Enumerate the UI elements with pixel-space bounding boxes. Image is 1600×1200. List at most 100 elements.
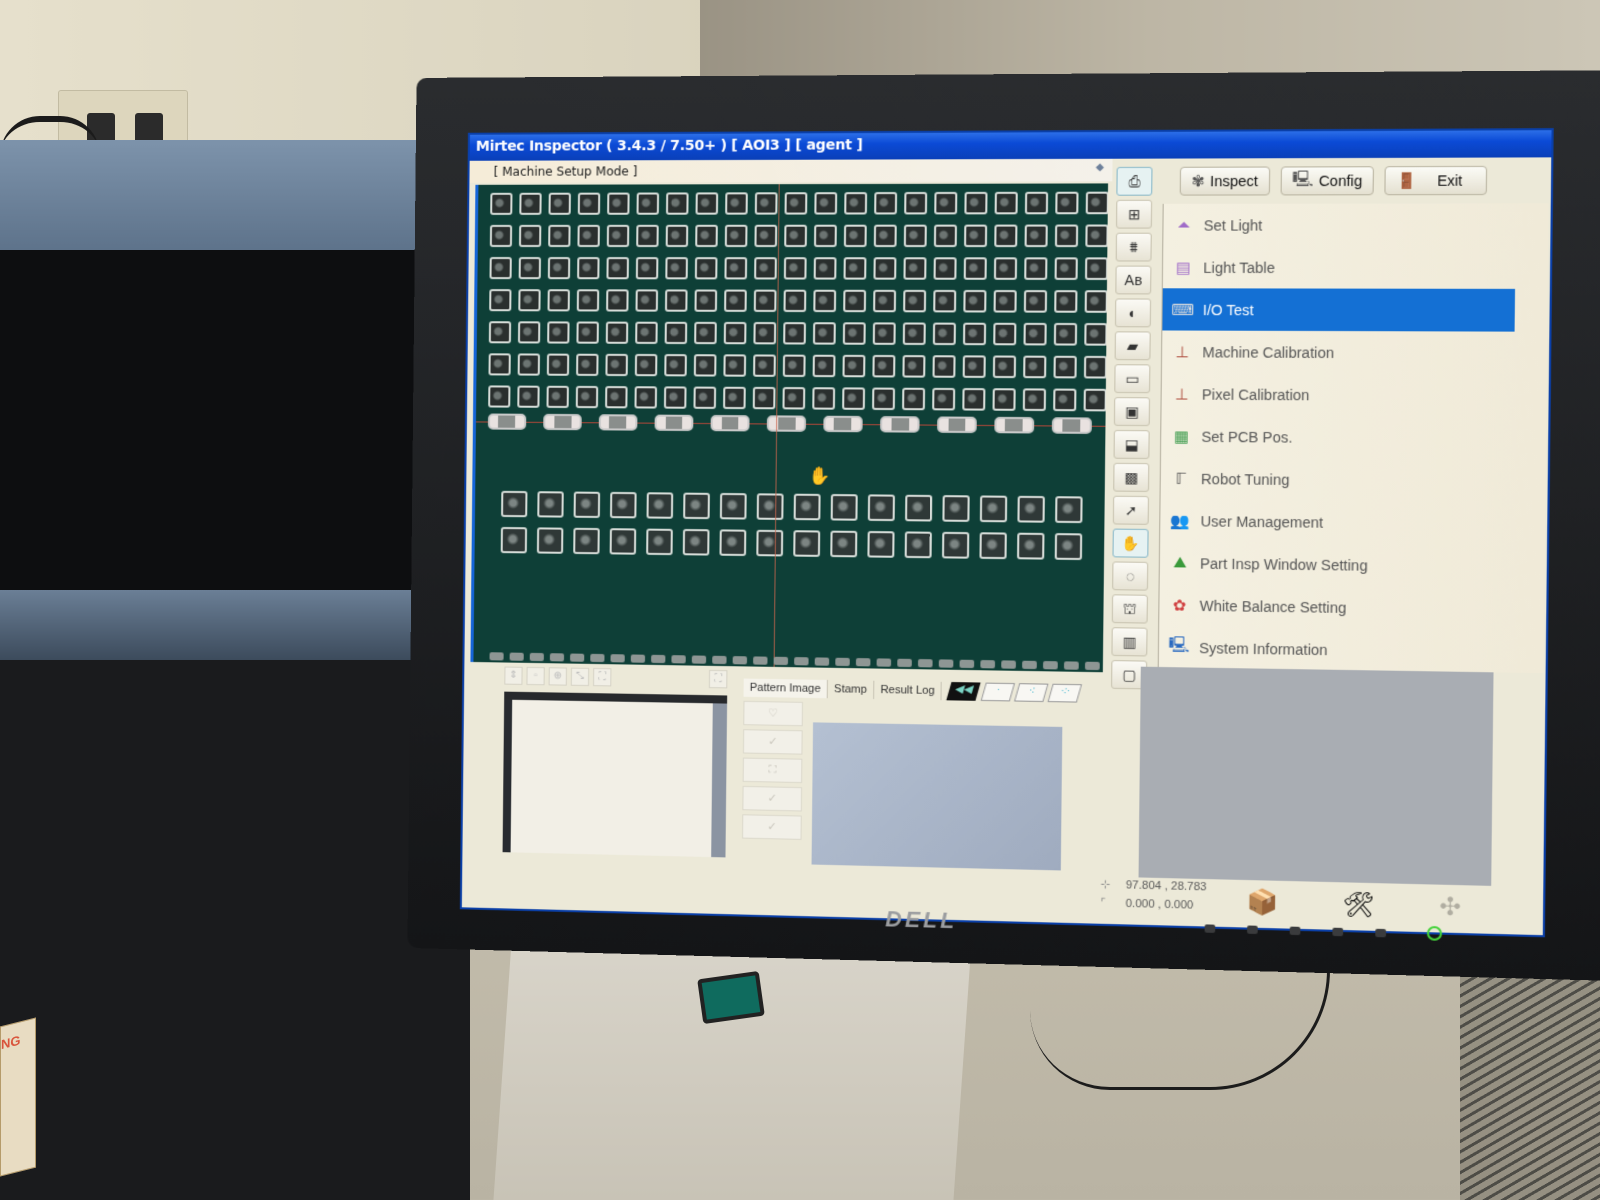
updown-icon[interactable]: ⇕ — [504, 666, 523, 685]
monitor-button[interactable] — [1204, 924, 1216, 933]
teach-icon[interactable]: ⎙ — [1116, 166, 1153, 196]
screen: Mirtec Inspector ( 3.4.3 / 7.50+ ) [ AOI… — [459, 128, 1554, 938]
fit-icon[interactable]: ⤡ — [570, 667, 590, 687]
component-icon[interactable]: ▭ — [1114, 364, 1151, 394]
solder-pad — [793, 530, 821, 557]
solder-pad — [634, 386, 658, 409]
package-box-icon[interactable]: 📦 — [1246, 887, 1278, 918]
cabinet-switch[interactable] — [697, 970, 765, 1025]
solder-pad — [783, 257, 807, 280]
tab-result-log[interactable]: Result Log — [874, 680, 943, 701]
menu-item-set-pcb-pos[interactable]: ▦ Set PCB Pos. — [1161, 415, 1546, 460]
text-ab-icon[interactable]: Aʙ — [1115, 265, 1152, 295]
solder-pad — [577, 224, 600, 248]
solder-pad — [814, 192, 838, 215]
disabled-tool-icon[interactable]: ✣ — [1439, 892, 1461, 923]
menu-item-set-light[interactable]: ⏶ Set Light — [1163, 203, 1548, 246]
tools-wrench-icon[interactable]: 🛠 — [1342, 890, 1375, 921]
solder-pad — [636, 224, 659, 248]
check-icon[interactable]: ✓ — [742, 729, 803, 755]
menu-item-machine-calibration[interactable]: ⊥ Machine Calibration — [1162, 330, 1547, 374]
solder-pad — [752, 386, 776, 410]
connector-icon[interactable]: ⬓ — [1113, 429, 1150, 460]
monitor-button[interactable] — [1247, 925, 1258, 935]
zoom-in-icon[interactable]: ⊕ — [548, 667, 567, 686]
solder-pad — [663, 386, 687, 409]
solder-pad — [518, 289, 541, 312]
pointer-icon[interactable]: ➚ — [1112, 495, 1149, 525]
solder-pad — [1017, 495, 1045, 523]
solder-pad — [537, 491, 564, 518]
solder-pad — [959, 659, 975, 669]
power-button-icon[interactable] — [1426, 925, 1443, 941]
menu-item-pixel-calibration[interactable]: ⊥ Pixel Calibration — [1161, 373, 1546, 418]
solder-pad — [813, 224, 837, 248]
solder-pad — [754, 224, 778, 248]
solder-pad — [867, 531, 895, 558]
expand-icon[interactable]: ⛶ — [593, 667, 612, 687]
solder-pad — [546, 353, 570, 376]
solder-pad — [732, 656, 748, 665]
camera-view[interactable]: ✋ — [470, 183, 1109, 673]
solder-pad — [784, 224, 808, 248]
tool-icon-column: ⎙ ⊞ ⩩ Aʙ ◐ ▰ ▭ ▣ ⬓ ▩ ➚ ✋ ◌ ⛫ ▥ ▢ — [1111, 166, 1157, 690]
menu-item-label: Robot Tuning — [1200, 470, 1290, 488]
solder-pad — [773, 656, 789, 666]
exit-button[interactable]: 🚪 Exit — [1384, 165, 1488, 196]
menu-item-part-insp-window-setting[interactable]: ⛰ Part Insp Window Setting — [1160, 541, 1545, 588]
menu-item-robot-tuning[interactable]: ℾ Robot Tuning — [1161, 457, 1546, 503]
view-tab[interactable]: ·:· — [1047, 683, 1083, 703]
menu-item-light-table[interactable]: ▤ Light Table — [1163, 246, 1548, 289]
menu-item-user-management[interactable]: 👥 User Management — [1160, 499, 1545, 546]
expand-icon[interactable]: ⛶ — [742, 757, 803, 784]
inspect-button[interactable]: ✾ Inspect — [1179, 166, 1270, 196]
solder-pad — [646, 492, 674, 519]
monitor-button[interactable] — [1332, 927, 1344, 937]
sop-chip-icon[interactable]: ▩ — [1113, 462, 1150, 492]
solder-pad — [573, 491, 601, 518]
hand-pan-icon[interactable]: ✋ — [1112, 528, 1149, 558]
expand-icon[interactable]: ⛶ — [708, 669, 728, 689]
robot-tuning-icon: ℾ — [1175, 470, 1187, 488]
solder-pad — [605, 321, 629, 344]
solder-pad — [1024, 191, 1049, 215]
rotate-icon[interactable]: ◌ — [1112, 561, 1149, 591]
ic-package-icon[interactable]: ▣ — [1113, 397, 1151, 427]
solder-pad — [873, 224, 897, 248]
collapse-arrow-icon[interactable]: ◆ — [1091, 162, 1108, 178]
solder-pad — [1022, 388, 1047, 412]
solder-pad — [1055, 496, 1083, 524]
blank-tool-icon[interactable]: ▫ — [526, 666, 545, 686]
save-icon[interactable]: ▥ — [1111, 627, 1148, 657]
menu-item-i-o-test[interactable]: ⌨ I/O Test — [1162, 288, 1516, 332]
solder-pad — [549, 653, 565, 662]
solder-pad — [904, 191, 928, 215]
tab-stamp[interactable]: Stamp — [827, 679, 875, 700]
monitor-button[interactable] — [1289, 926, 1301, 936]
mode-label: [ Machine Setup Mode ] — [493, 164, 638, 179]
machine-calibration-icon: ⊥ — [1175, 343, 1190, 361]
view-tab[interactable]: ·: — [1014, 683, 1049, 703]
grid-icon[interactable]: ⊞ — [1116, 199, 1153, 229]
view-tab[interactable]: · — [980, 682, 1016, 702]
check-icon[interactable]: ✓ — [742, 785, 803, 812]
profile-icon[interactable]: ⩩ — [1115, 232, 1152, 262]
contrast-icon[interactable]: ◐ — [1114, 298, 1152, 328]
solder-pad — [813, 289, 837, 313]
config-button[interactable]: 🖳 Config — [1280, 166, 1375, 196]
conveyor-icon[interactable]: ⛫ — [1111, 594, 1148, 624]
heart-icon[interactable]: ♡ — [743, 700, 803, 727]
view-tab-active[interactable]: ◀◀ — [946, 682, 981, 701]
tab-pattern-image[interactable]: Pattern Image — [743, 678, 829, 699]
chip-icon[interactable]: ▰ — [1114, 331, 1151, 361]
menu-item-label: User Management — [1200, 512, 1324, 531]
solder-pad — [933, 257, 957, 280]
solder-pad — [693, 386, 717, 409]
solder-pad — [994, 224, 1018, 248]
solder-pad — [1053, 322, 1078, 346]
menu-item-white-balance-setting[interactable]: ✿ White Balance Setting — [1159, 584, 1544, 632]
solder-pad — [753, 289, 777, 312]
check-icon[interactable]: ✓ — [742, 814, 802, 840]
solder-pad — [933, 289, 957, 313]
monitor-button[interactable] — [1375, 928, 1387, 938]
